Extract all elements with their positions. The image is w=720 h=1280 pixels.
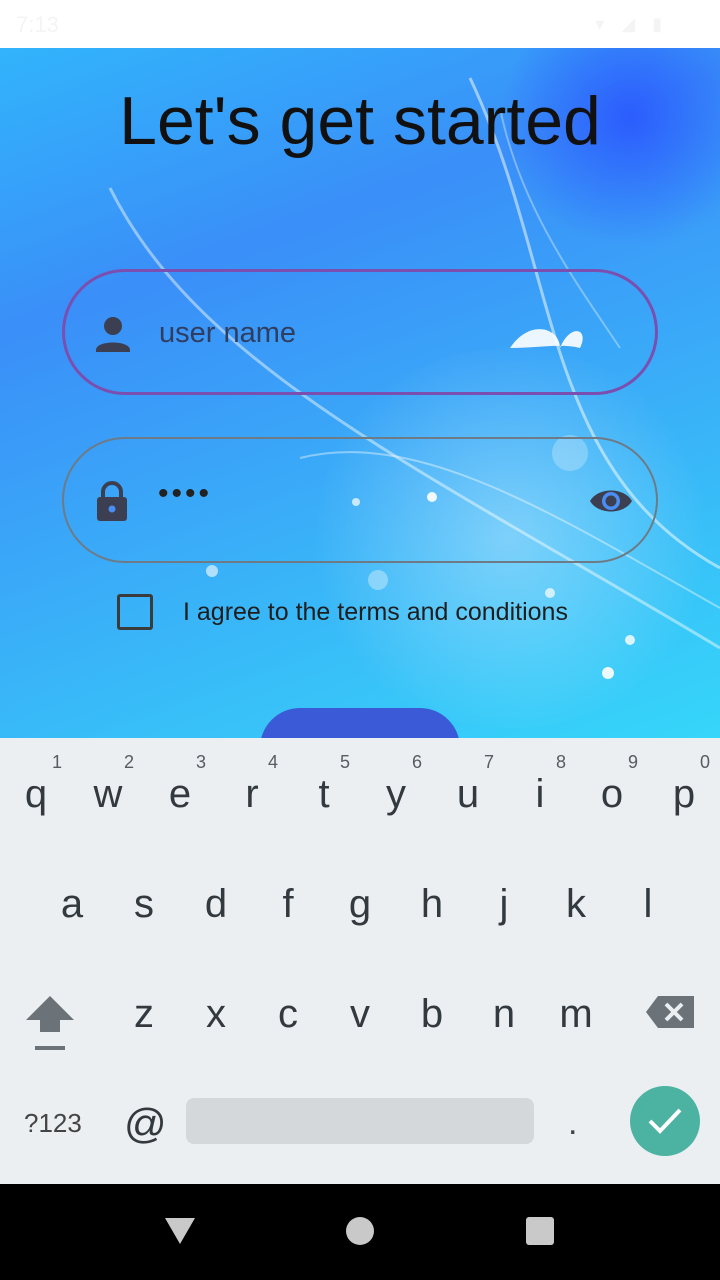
password-value: •••• — [158, 477, 213, 510]
home-circle-icon[interactable] — [346, 1217, 374, 1245]
check-icon — [648, 1108, 682, 1134]
key-y[interactable]: 6 y — [360, 738, 432, 818]
at-key[interactable]: @ — [124, 1100, 167, 1148]
lock-icon — [97, 481, 127, 521]
navigation-bar — [0, 1184, 720, 1280]
terms-checkbox[interactable] — [117, 594, 153, 630]
password-field[interactable]: •••• — [62, 437, 658, 563]
terms-label: I agree to the terms and conditions — [183, 598, 568, 626]
key-r[interactable]: 4 r — [216, 738, 288, 818]
status-bar: 7:13 ▾ ◢ ▮ — [0, 0, 720, 48]
app-screen: Let's get started user name •••• I agree… — [0, 48, 720, 738]
key-p[interactable]: 0 p — [648, 738, 720, 818]
key-u[interactable]: 7 u — [432, 738, 504, 818]
page-title: Let's get started — [119, 83, 601, 159]
key-t[interactable]: 5 t — [288, 738, 360, 818]
shift-icon[interactable] — [24, 992, 76, 1052]
status-time: 7:13 — [16, 12, 59, 37]
key-e[interactable]: 3 e — [144, 738, 216, 818]
key-i[interactable]: 8 i — [504, 738, 576, 818]
symbols-key[interactable]: ?123 — [24, 1108, 82, 1139]
key-q[interactable]: 1 q — [0, 738, 72, 818]
recents-square-icon[interactable] — [526, 1217, 554, 1245]
username-field[interactable]: user name — [62, 269, 658, 395]
submit-button[interactable] — [260, 708, 460, 738]
status-icons: ▾ ◢ ▮ — [595, 14, 668, 34]
space-key[interactable] — [186, 1098, 534, 1144]
back-triangle-icon[interactable] — [163, 1216, 197, 1246]
period-key[interactable]: . — [568, 1104, 577, 1143]
eye-icon[interactable] — [588, 483, 634, 519]
person-icon — [96, 317, 130, 352]
keyboard: 1 q 2 w 3 e 4 r 5 t 6 y 7 u 8 i 9 o 0 p … — [0, 738, 720, 1184]
enter-key[interactable] — [630, 1086, 700, 1156]
key-o[interactable]: 9 o — [576, 738, 648, 818]
key-w[interactable]: 2 w — [72, 738, 144, 818]
backspace-icon[interactable] — [644, 994, 696, 1030]
username-value: user name — [159, 317, 297, 349]
